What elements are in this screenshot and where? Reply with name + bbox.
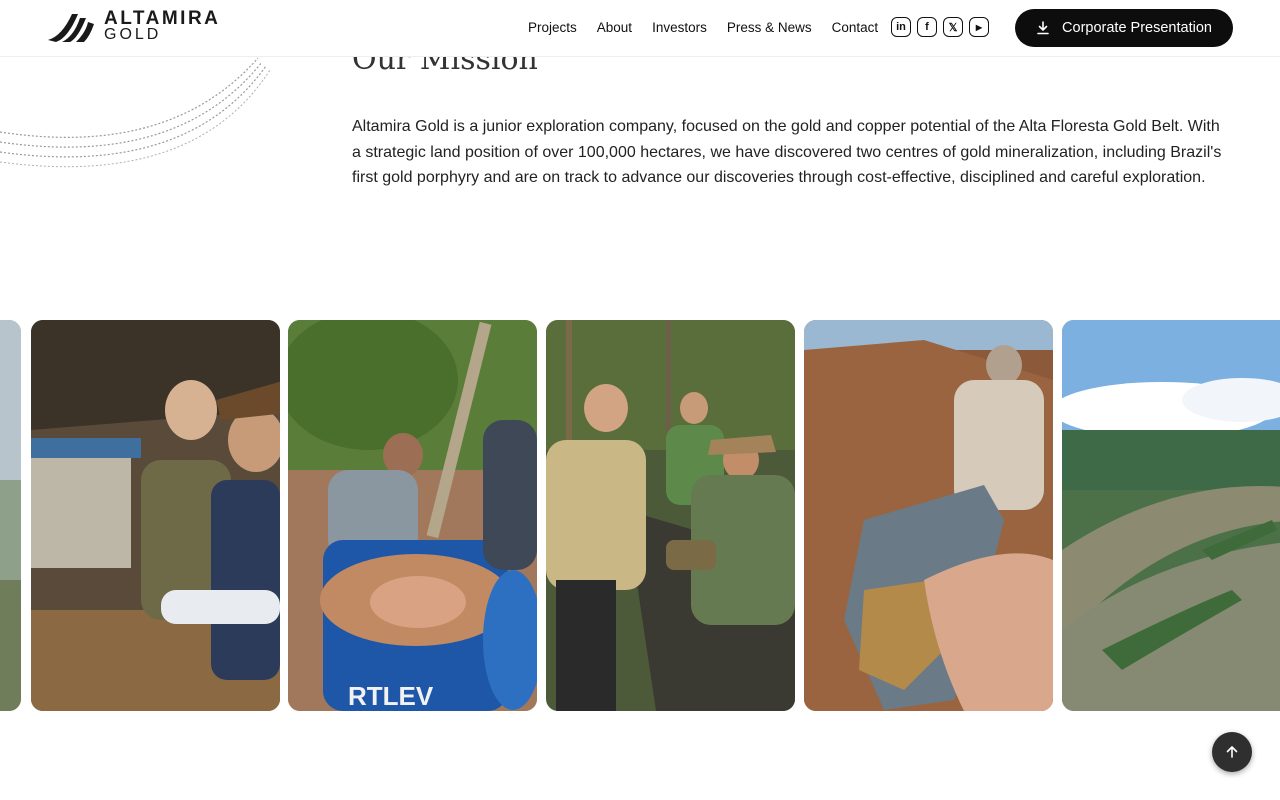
nav-about[interactable]: About xyxy=(597,20,632,36)
corporate-presentation-button[interactable]: Corporate Presentation xyxy=(1015,9,1233,47)
photo-core-inspection[interactable] xyxy=(31,320,280,711)
photo-gallery: RTLEV xyxy=(0,320,1280,712)
main-nav: Projects About Investors Press & News Co… xyxy=(528,20,878,36)
download-icon xyxy=(1037,21,1049,35)
linkedin-icon[interactable]: in xyxy=(891,17,911,37)
cta-label: Corporate Presentation xyxy=(1062,20,1212,36)
nav-investors[interactable]: Investors xyxy=(652,20,707,36)
mission-text: Altamira Gold is a junior exploration co… xyxy=(352,118,1222,186)
photo-aerial-river[interactable] xyxy=(1062,320,1280,711)
site-header: ALTAMIRA GOLD Projects About Investors P… xyxy=(0,0,1280,57)
facebook-icon[interactable]: f xyxy=(917,17,937,37)
scroll-to-top-button[interactable] xyxy=(1212,732,1252,772)
photo-jungle-rock-sampling[interactable] xyxy=(546,320,795,711)
altamira-logo-icon xyxy=(48,14,94,42)
nav-press-news[interactable]: Press & News xyxy=(727,20,812,36)
nav-contact[interactable]: Contact xyxy=(832,20,879,36)
nav-projects[interactable]: Projects xyxy=(528,20,577,36)
svg-text:RTLEV: RTLEV xyxy=(348,681,434,711)
decorative-arcs xyxy=(0,57,271,168)
brand-logo[interactable]: ALTAMIRA GOLD xyxy=(48,9,228,44)
photo-ore-sample-hand[interactable] xyxy=(804,320,1053,711)
x-icon[interactable]: 𝕏 xyxy=(943,17,963,37)
brand-sub: GOLD xyxy=(104,26,162,43)
photo-river-partial[interactable] xyxy=(0,320,21,711)
social-links: in f 𝕏 ▶ xyxy=(891,17,989,37)
photo-gold-panning[interactable]: RTLEV xyxy=(288,320,537,711)
arrow-up-icon xyxy=(1226,746,1238,758)
youtube-icon[interactable]: ▶ xyxy=(969,17,989,37)
